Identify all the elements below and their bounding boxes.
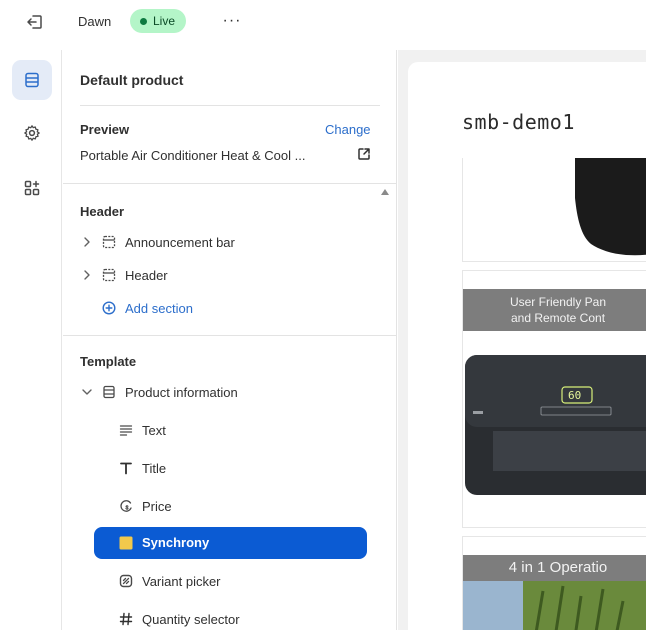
external-link-icon [358, 148, 370, 160]
block-label: Variant picker [142, 573, 221, 589]
store-header: smb-demo1 [408, 62, 646, 158]
exit-button[interactable] [24, 11, 46, 33]
air-conditioner-image: 60 [465, 355, 646, 495]
text-lines-icon [119, 423, 133, 437]
preview-label: Preview [80, 122, 130, 137]
exit-icon [27, 15, 42, 29]
sections-icon [25, 72, 39, 88]
section-label: Product information [125, 384, 238, 400]
device-display-value: 60 [568, 389, 581, 402]
hash-icon [119, 612, 133, 626]
divider [80, 105, 380, 106]
divider [63, 335, 396, 336]
live-status-badge: Live [130, 9, 187, 33]
header-group-title: Header [80, 204, 125, 219]
preview-product-name: Portable Air Conditioner Heat & Cool ... [80, 148, 306, 163]
section-icon [102, 385, 116, 399]
block-item-variant-picker[interactable]: Variant picker [63, 567, 383, 595]
chevron-down-icon[interactable] [82, 387, 92, 397]
feature-banner-2: 4 in 1 Operatio [463, 555, 646, 581]
rail-sections-button[interactable] [12, 60, 52, 100]
product-photo-image [575, 158, 646, 256]
app-block-icon [119, 536, 133, 550]
block-label: Text [142, 422, 166, 438]
preview-canvas[interactable]: smb-demo1 User Friendly Pan and Remote C… [398, 50, 646, 630]
theme-name: Dawn [78, 14, 112, 29]
sections-panel: Default product Preview Change Portable … [63, 50, 397, 630]
panel-title: Default product [80, 72, 184, 88]
outdoor-scene-image [463, 581, 646, 630]
rail-settings-button[interactable] [12, 113, 52, 153]
block-label: Quantity selector [142, 611, 240, 627]
block-item-synchrony[interactable]: Synchrony [94, 527, 367, 559]
section-icon [102, 235, 116, 249]
store-name: smb-demo1 [462, 110, 575, 134]
block-label: Synchrony [142, 535, 210, 550]
scroll-up-arrow-icon[interactable] [381, 189, 389, 195]
section-item-announcement-bar[interactable]: Announcement bar [63, 228, 383, 256]
live-dot-icon [140, 17, 147, 25]
block-label: Title [142, 460, 167, 476]
open-external-button[interactable] [357, 147, 371, 161]
icon-rail [0, 50, 62, 630]
banner-text: 4 in 1 Operatio [508, 559, 608, 576]
block-item-quantity-selector[interactable]: Quantity selector [63, 605, 383, 630]
change-preview-link[interactable]: Change [325, 122, 371, 137]
variant-picker-icon [119, 574, 133, 588]
section-item-product-information[interactable]: Product information [63, 378, 383, 406]
divider [63, 183, 396, 184]
chevron-right-icon[interactable] [82, 237, 92, 247]
block-item-title[interactable]: Title [63, 454, 383, 482]
rail-apps-button[interactable] [12, 168, 52, 208]
product-image-top[interactable] [462, 158, 646, 262]
plus-circle-icon [102, 301, 116, 315]
banner-line-2: and Remote Cont [510, 311, 606, 325]
chevron-right-icon[interactable] [82, 270, 92, 280]
block-label: Price [142, 498, 172, 514]
feature-banner: User Friendly Pan and Remote Cont [463, 289, 646, 331]
section-label: Header [125, 267, 168, 283]
template-group-title: Template [80, 354, 137, 369]
more-actions-button[interactable]: ··· [218, 10, 246, 32]
title-t-icon [119, 461, 133, 475]
price-tag-icon [119, 499, 133, 513]
settings-gear-icon [24, 125, 40, 141]
more-horizontal-icon: ··· [222, 12, 242, 29]
block-item-text[interactable]: Text [63, 416, 383, 444]
section-icon [102, 268, 116, 282]
product-image-panel[interactable]: User Friendly Pan and Remote Cont 60 [462, 270, 646, 528]
banner-line-1: User Friendly Pan [509, 295, 607, 309]
live-badge-label: Live [153, 14, 176, 28]
product-image-operation[interactable]: 4 in 1 Operatio [462, 536, 646, 630]
product-page: User Friendly Pan and Remote Cont 60 4 i… [408, 158, 646, 630]
section-item-header[interactable]: Header [63, 261, 383, 289]
add-section-button[interactable]: Add section [63, 294, 383, 322]
apps-icon [24, 180, 40, 196]
section-label: Announcement bar [125, 234, 235, 250]
add-section-label: Add section [125, 300, 193, 316]
block-item-price[interactable]: Price [63, 492, 383, 520]
top-bar: Dawn Live ··· [0, 0, 646, 46]
